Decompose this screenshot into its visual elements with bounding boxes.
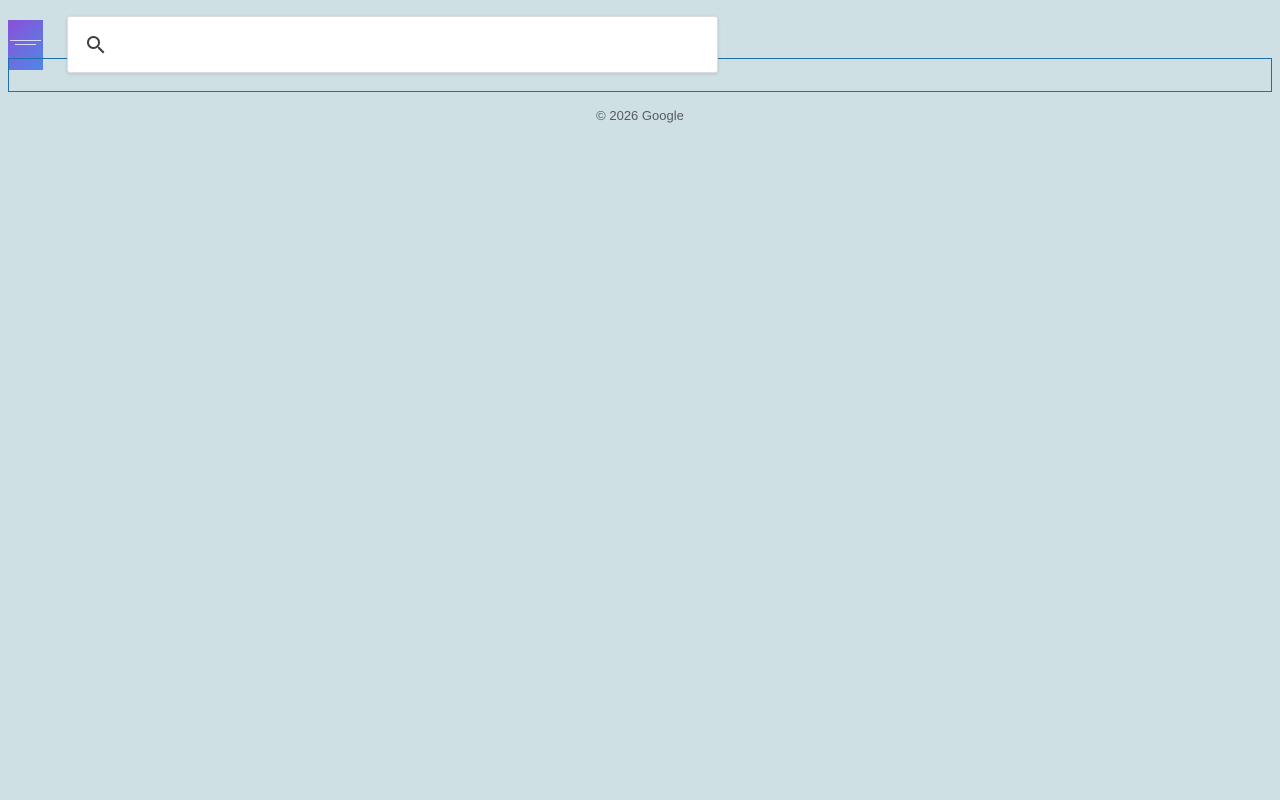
search-icon[interactable] bbox=[84, 33, 108, 57]
thumbnail-text-line bbox=[15, 44, 36, 45]
footer-copyright: © 2026 Google bbox=[596, 108, 684, 123]
thumbnail-text-line bbox=[10, 40, 41, 41]
search-box[interactable] bbox=[67, 16, 718, 73]
search-input[interactable] bbox=[108, 17, 717, 72]
page: © 2026 Google bbox=[0, 0, 1280, 800]
